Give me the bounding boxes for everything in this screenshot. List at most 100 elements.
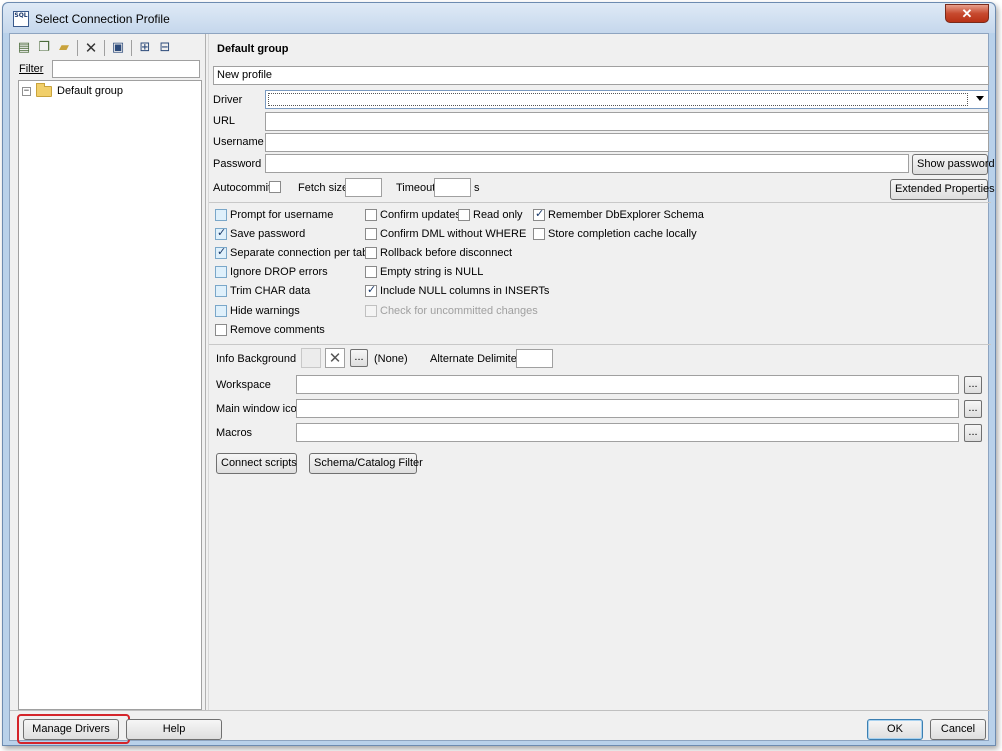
alternate-delimiter-label: Alternate Delimiter: [430, 353, 521, 365]
button-bar: Manage Drivers Help OK Cancel: [10, 710, 990, 744]
icon-browse-button[interactable]: ...: [964, 400, 982, 418]
main-window-icon-input[interactable]: [296, 399, 959, 418]
workspace-browse-button[interactable]: ...: [964, 376, 982, 394]
remove-comments-label: Remove comments: [230, 324, 325, 336]
toolbar-separator: [77, 40, 78, 56]
profile-tree-pane: ▤ ❐ ▰ ✕ ▣ ⊞ ⊟ Filter − Default group: [10, 34, 206, 710]
workspace-label: Workspace: [216, 379, 271, 391]
cancel-button[interactable]: Cancel: [930, 719, 986, 740]
title-bar[interactable]: SQL Select Connection Profile ✕: [3, 3, 995, 33]
url-input[interactable]: [265, 112, 989, 131]
profile-name-input[interactable]: New profile: [213, 66, 989, 85]
save-icon[interactable]: ▣: [108, 38, 128, 58]
info-background-swatch: [301, 348, 321, 368]
store-completion-cache-label: Store completion cache locally: [548, 228, 697, 240]
macros-browse-button[interactable]: ...: [964, 424, 982, 442]
timeout-label: Timeout: [396, 182, 436, 194]
extended-properties-button[interactable]: Extended Properties: [890, 179, 995, 200]
ignore-drop-errors-label: Ignore DROP errors: [230, 266, 328, 278]
trim-char-checkbox[interactable]: [215, 285, 227, 297]
main-window-icon-label: Main window icon: [216, 403, 303, 415]
hide-warnings-label: Hide warnings: [230, 305, 300, 317]
group-title: Default group: [217, 43, 289, 55]
timeout-input[interactable]: [434, 178, 471, 197]
fetch-size-input[interactable]: [345, 178, 382, 197]
connect-scripts-button[interactable]: Connect scripts: [216, 453, 297, 474]
include-null-columns-label: Include NULL columns in INSERTs: [380, 285, 550, 297]
macros-label: Macros: [216, 427, 253, 439]
divider: [209, 344, 991, 345]
manage-drivers-button[interactable]: Manage Drivers: [23, 719, 119, 740]
read-only-label: Read only: [473, 209, 523, 221]
close-button[interactable]: ✕: [945, 4, 989, 23]
rollback-checkbox[interactable]: [365, 247, 377, 259]
autocommit-checkbox[interactable]: [269, 181, 281, 193]
prompt-username-label: Prompt for username: [230, 209, 334, 221]
autocommit-label: Autocommit: [213, 182, 272, 194]
macros-input[interactable]: [296, 423, 959, 442]
collapse-all-icon[interactable]: ⊟: [155, 38, 175, 58]
password-input[interactable]: [265, 154, 909, 173]
username-label: Username: [213, 136, 264, 148]
separate-connection-label: Separate connection per tab: [230, 247, 369, 259]
divider: [209, 202, 991, 203]
info-background-label: Info Background: [216, 353, 297, 365]
check-uncommitted-checkbox: [365, 305, 377, 317]
info-background-value: (None): [374, 353, 408, 365]
fetch-size-label: Fetch size: [298, 182, 349, 194]
rollback-label: Rollback before disconnect: [380, 247, 513, 259]
remember-dbexplorer-schema-checkbox[interactable]: [533, 207, 545, 221]
tree-collapse-icon[interactable]: −: [22, 87, 31, 96]
read-only-checkbox[interactable]: [458, 209, 470, 221]
choose-color-button[interactable]: ...: [350, 349, 368, 367]
dialog-client: ▤ ❐ ▰ ✕ ▣ ⊞ ⊟ Filter − Default group Def…: [9, 33, 995, 744]
alternate-delimiter-input[interactable]: [516, 349, 553, 368]
window-title: Select Connection Profile: [35, 12, 170, 26]
store-completion-cache-checkbox[interactable]: [533, 228, 545, 240]
show-password-button[interactable]: Show password: [912, 154, 995, 175]
url-label: URL: [213, 115, 236, 127]
include-null-columns-checkbox[interactable]: [365, 283, 377, 297]
expand-all-icon[interactable]: ⊞: [135, 38, 155, 58]
confirm-updates-checkbox[interactable]: [365, 209, 377, 221]
toolbar-separator: [131, 40, 132, 56]
confirm-dml-checkbox[interactable]: [365, 228, 377, 240]
folder-icon: [36, 83, 52, 97]
workspace-input[interactable]: [296, 375, 959, 394]
toolbar-separator: [104, 40, 105, 56]
empty-string-null-checkbox[interactable]: [365, 266, 377, 278]
driver-label: Driver: [213, 94, 243, 106]
profile-editor: Default group New profile Driver URL Use…: [208, 34, 995, 710]
sql-app-icon: SQL: [13, 11, 29, 27]
tree-item-default-group[interactable]: Default group: [57, 85, 123, 97]
clear-color-button[interactable]: ✕: [325, 348, 345, 368]
new-profile-icon[interactable]: ▤: [14, 38, 34, 58]
password-label: Password: [213, 158, 262, 170]
new-folder-icon[interactable]: ▰: [54, 38, 74, 58]
profile-tree[interactable]: − Default group: [18, 80, 202, 710]
empty-string-null-label: Empty string is NULL: [380, 266, 484, 278]
filter-input[interactable]: [52, 60, 200, 78]
chevron-down-icon[interactable]: [976, 96, 984, 101]
save-password-label: Save password: [230, 228, 306, 240]
prompt-username-checkbox[interactable]: [215, 209, 227, 221]
dialog-window: SQL Select Connection Profile ✕ ▤ ❐ ▰ ✕ …: [2, 2, 996, 746]
remove-comments-checkbox[interactable]: [215, 324, 227, 336]
driver-select[interactable]: [265, 90, 989, 109]
separate-connection-checkbox[interactable]: [215, 245, 227, 259]
trim-char-label: Trim CHAR data: [230, 285, 311, 297]
help-button[interactable]: Help: [126, 719, 222, 740]
save-password-checkbox[interactable]: [215, 226, 227, 240]
confirm-dml-label: Confirm DML without WHERE: [380, 228, 527, 240]
confirm-updates-label: Confirm updates: [380, 209, 461, 221]
ok-button[interactable]: OK: [867, 719, 923, 740]
hide-warnings-checkbox[interactable]: [215, 305, 227, 317]
username-input[interactable]: [265, 133, 989, 152]
focus-rect: [268, 93, 968, 106]
check-uncommitted-label: Check for uncommitted changes: [380, 305, 538, 317]
delete-icon[interactable]: ✕: [81, 38, 101, 58]
ignore-drop-errors-checkbox[interactable]: [215, 266, 227, 278]
filter-label: Filter: [19, 63, 44, 75]
copy-profile-icon[interactable]: ❐: [34, 38, 54, 58]
schema-catalog-filter-button[interactable]: Schema/Catalog Filter: [309, 453, 423, 474]
